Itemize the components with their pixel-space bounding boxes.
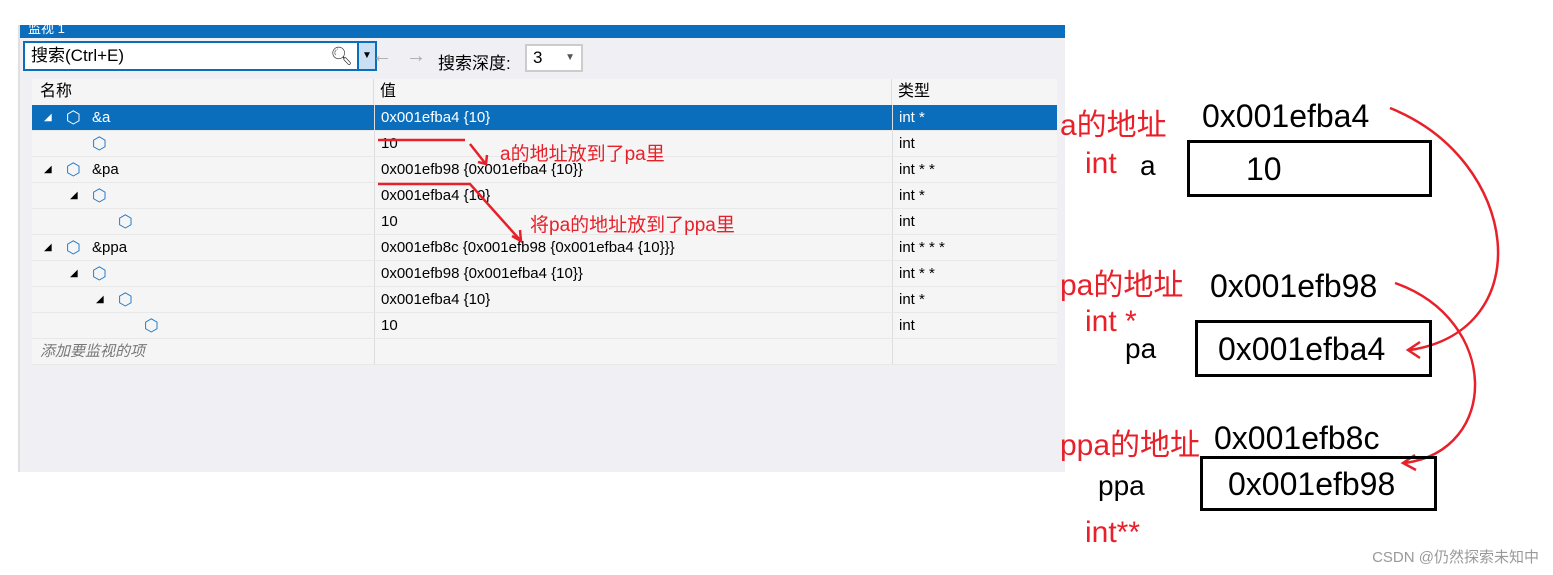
arrow-pa [378,182,523,244]
a-address-label: a的地址 [1060,109,1167,142]
a-value-box: 10 [1187,140,1432,197]
ppa-address: 0x001efb8c [1214,420,1380,456]
pa-name: pa [1125,333,1157,364]
ppa-value-box: 0x001efb98 [1200,456,1437,511]
pa-address-label: pa的地址 [1060,269,1184,302]
ppa-name: ppa [1098,470,1145,501]
watermark: CSDN @仍然探索未知中 [1372,549,1539,566]
a-name: a [1140,150,1156,181]
ppa-type: int** [1085,516,1141,549]
pa-value-box: 0x001efba4 [1195,320,1432,377]
a-type: int [1085,147,1117,180]
ppa-address-label: ppa的地址 [1060,429,1201,462]
pa-address: 0x001efb98 [1210,268,1378,304]
arrow-a [469,143,489,166]
a-address: 0x001efba4 [1202,98,1370,134]
